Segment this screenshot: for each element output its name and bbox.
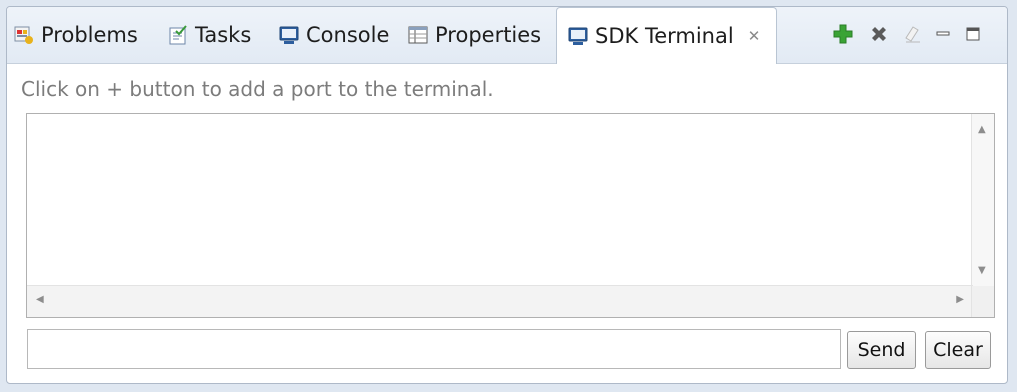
- tab-problems[interactable]: Problems: [13, 7, 138, 63]
- tab-sdk-terminal[interactable]: SDK Terminal ✕: [556, 7, 777, 64]
- scroll-left-icon[interactable]: ◀: [36, 294, 44, 305]
- scroll-up-icon[interactable]: ▲: [978, 124, 986, 135]
- tab-sdk-terminal-label: SDK Terminal: [595, 24, 734, 48]
- tab-console[interactable]: Console: [278, 7, 389, 63]
- tab-tasks-label: Tasks: [195, 23, 252, 47]
- close-tab-icon[interactable]: ✕: [748, 27, 761, 45]
- minimize-icon[interactable]: [931, 22, 955, 46]
- tab-console-label: Console: [306, 23, 390, 47]
- send-button[interactable]: Send: [847, 331, 916, 369]
- terminal-output[interactable]: ▲ ▼ ◀ ▶: [26, 113, 995, 318]
- tab-tasks[interactable]: Tasks: [167, 7, 251, 63]
- tab-properties[interactable]: Properties: [407, 7, 541, 63]
- sdk-terminal-view: Problems Tasks Console Properties SDK Te…: [6, 6, 1008, 384]
- add-port-icon[interactable]: [831, 22, 855, 46]
- tab-problems-label: Problems: [41, 23, 138, 47]
- scroll-right-icon[interactable]: ▶: [956, 294, 964, 305]
- vertical-scrollbar[interactable]: ▲ ▼: [971, 114, 994, 286]
- properties-icon: [407, 24, 429, 46]
- clear-console-icon[interactable]: [900, 22, 924, 46]
- scrollbar-corner: [971, 286, 994, 317]
- tab-properties-label: Properties: [435, 23, 542, 47]
- command-input[interactable]: [27, 329, 841, 369]
- terminal-icon: [567, 25, 589, 47]
- console-icon: [278, 24, 300, 46]
- scroll-down-icon[interactable]: ▼: [978, 265, 986, 276]
- horizontal-scrollbar[interactable]: ◀ ▶: [27, 285, 973, 317]
- problems-icon: [13, 24, 35, 46]
- tasks-icon: [167, 24, 189, 46]
- hint-text: Click on + button to add a port to the t…: [21, 77, 494, 101]
- tab-bar: Problems Tasks Console Properties SDK Te…: [7, 7, 1007, 64]
- clear-button[interactable]: Clear: [925, 331, 991, 369]
- remove-port-icon[interactable]: [867, 22, 891, 46]
- maximize-icon[interactable]: [961, 22, 985, 46]
